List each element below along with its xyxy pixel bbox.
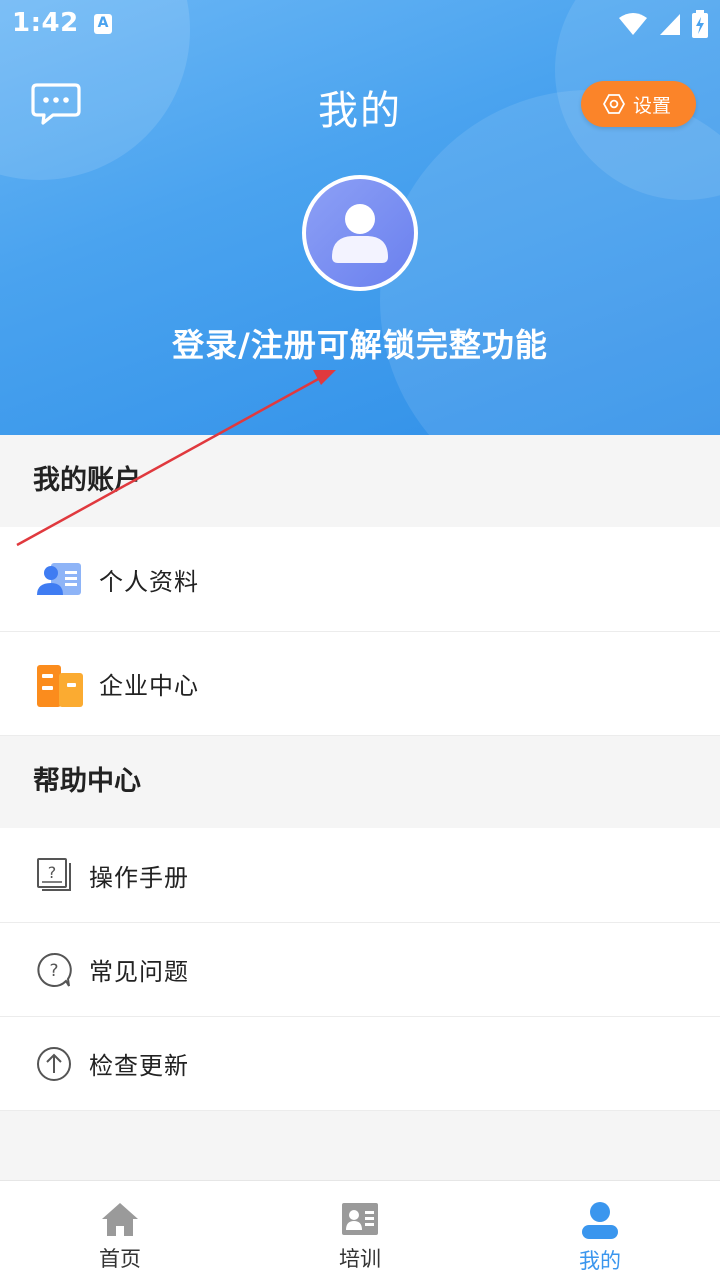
bottom-navigation: 首页 培训 我的	[0, 1180, 720, 1280]
settings-button[interactable]: 设置	[581, 81, 696, 127]
wifi-icon	[619, 13, 647, 35]
status-bar: 1:42 A	[0, 0, 720, 50]
question-icon: ?	[37, 952, 72, 987]
battery-icon	[692, 10, 708, 38]
section-title-help: 帮助中心	[0, 736, 720, 828]
section-title-account: 我的账户	[0, 435, 720, 527]
update-arrow-icon	[37, 1046, 71, 1081]
menu-item-profile[interactable]: 个人资料	[0, 527, 720, 632]
tab-home[interactable]: 首页	[0, 1181, 240, 1280]
menu-item-manual[interactable]: ? 操作手册	[0, 828, 720, 923]
tab-label: 首页	[99, 1247, 141, 1271]
tab-label: 培训	[339, 1247, 381, 1271]
menu-item-label: 企业中心	[99, 672, 199, 700]
menu-item-label: 检查更新	[89, 1052, 189, 1080]
menu-item-check-update[interactable]: 检查更新	[0, 1017, 720, 1111]
settings-hexagon-icon	[603, 94, 625, 114]
profile-header: 1:42 A 我的 设置 登录/注册可解锁完整功能	[0, 0, 720, 435]
svg-text:?: ?	[49, 961, 58, 981]
user-icon	[582, 1202, 618, 1239]
profile-card-icon	[37, 563, 81, 595]
status-icons	[618, 10, 708, 38]
home-icon	[102, 1203, 138, 1236]
menu-item-label: 操作手册	[89, 863, 189, 892]
tab-label: 我的	[579, 1249, 621, 1273]
status-time: 1:42	[12, 8, 79, 38]
svg-text:?: ?	[48, 863, 57, 882]
tab-mine[interactable]: 我的	[480, 1181, 720, 1280]
training-icon	[342, 1203, 378, 1235]
menu-item-label: 常见问题	[89, 958, 189, 986]
cell-signal-icon	[660, 14, 680, 35]
menu-item-enterprise[interactable]: 企业中心	[0, 632, 720, 736]
manual-icon: ?	[37, 858, 71, 891]
settings-label: 设置	[633, 94, 672, 117]
login-register-prompt[interactable]: 登录/注册可解锁完整功能	[0, 320, 720, 366]
menu-item-label: 个人资料	[99, 567, 199, 596]
default-user-icon	[332, 204, 388, 263]
notification-icon: A	[94, 14, 112, 34]
building-icon	[37, 664, 83, 707]
tab-training[interactable]: 培训	[240, 1181, 480, 1280]
menu-item-faq[interactable]: ? 常见问题	[0, 923, 720, 1017]
avatar[interactable]	[302, 175, 418, 291]
